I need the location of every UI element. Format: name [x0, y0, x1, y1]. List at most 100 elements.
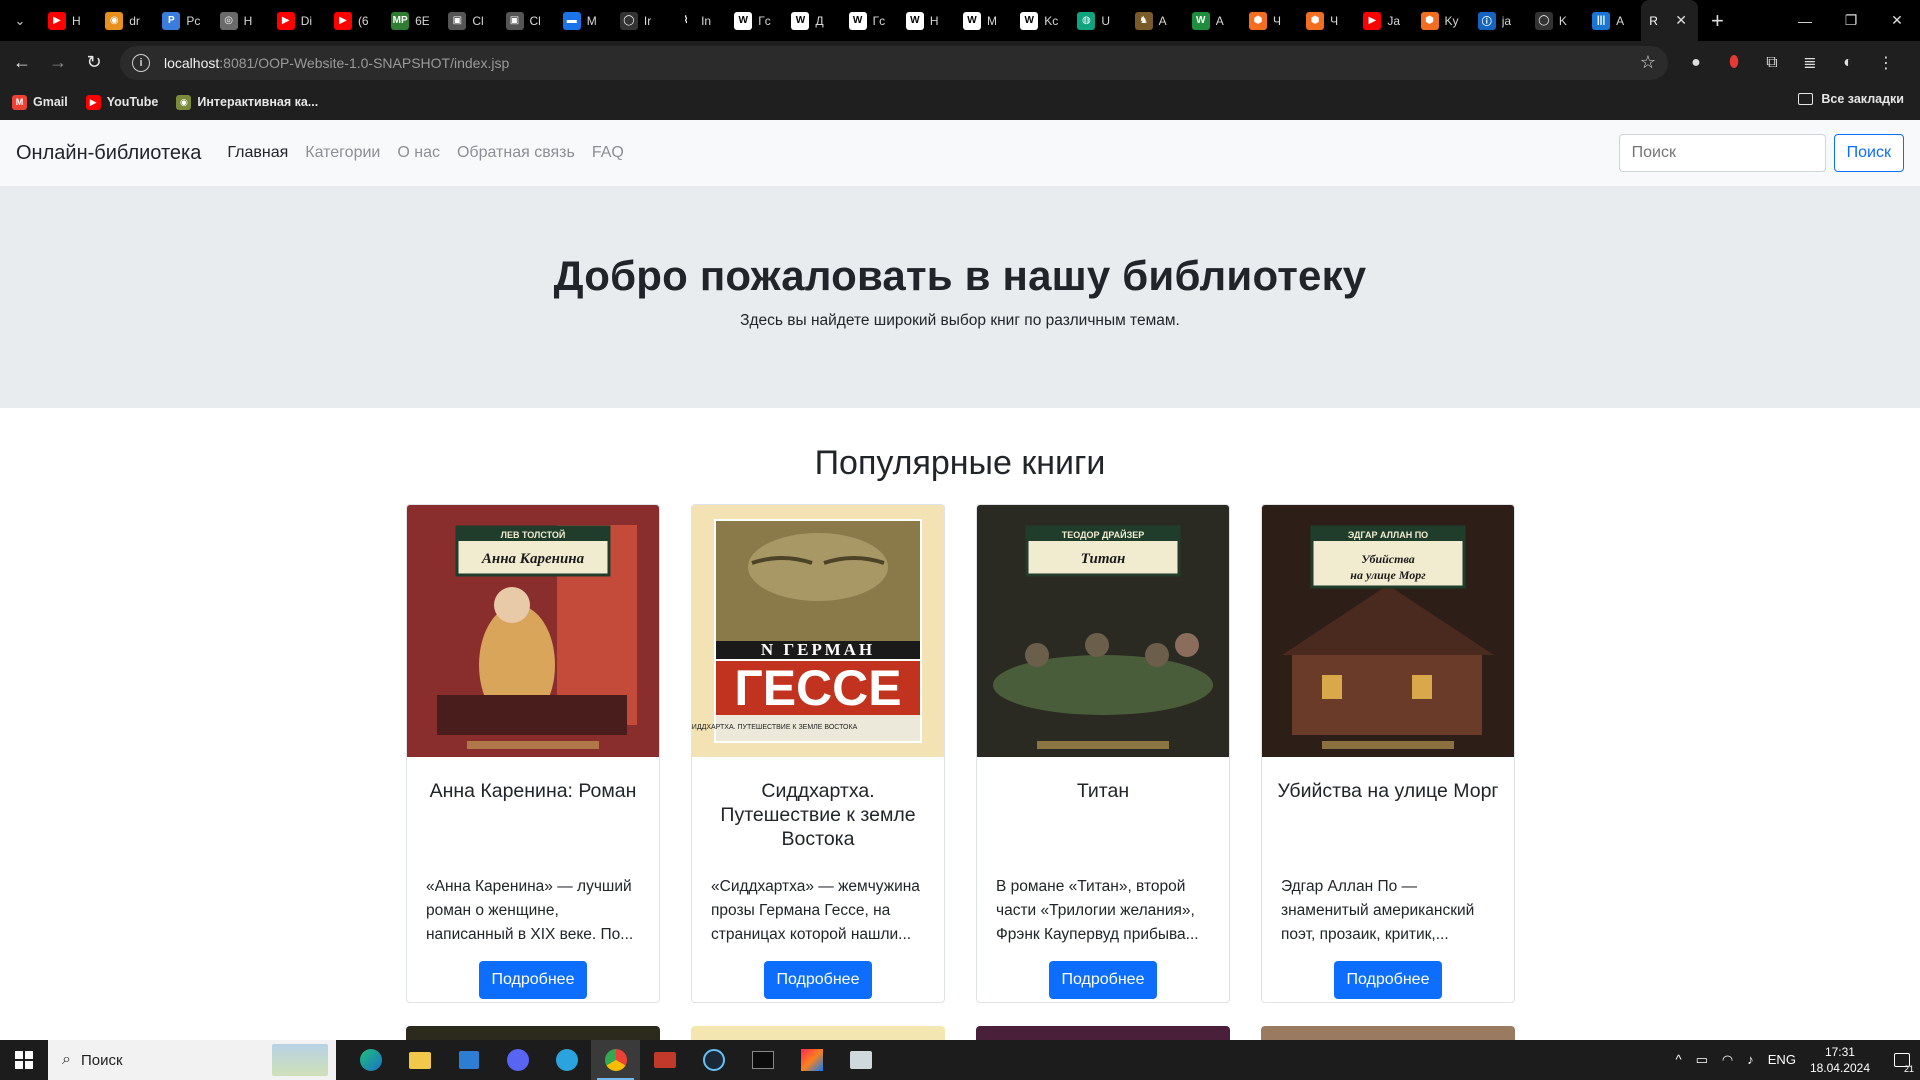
vpn-extension-icon[interactable]: ● [1686, 53, 1706, 73]
chrome-icon[interactable] [591, 1040, 640, 1080]
store-icon[interactable] [444, 1040, 493, 1080]
search-button[interactable]: Поиск [1833, 134, 1904, 172]
search-input[interactable] [1618, 134, 1826, 172]
browser-tab[interactable]: ⬢ Ky [1413, 0, 1470, 41]
tab-close-icon[interactable]: ✕ [1675, 12, 1687, 29]
book-card-partial[interactable] [1261, 1026, 1515, 1040]
bookmark-item[interactable]: ◉ Интерактивная ка... [176, 94, 318, 110]
profile-avatar[interactable]: ◐ [1838, 53, 1858, 73]
clock[interactable]: 17:31 18.04.2024 [1810, 1044, 1870, 1076]
tray-chevron-icon[interactable]: ^ [1676, 1052, 1682, 1068]
browser-tab[interactable]: ▣ Cl [498, 0, 555, 41]
browser-tab[interactable]: ♞ A [1127, 0, 1184, 41]
svg-text:СИДДХАРТХА. ПУТЕШЕСТВИЕ К ЗЕМЛ: СИДДХАРТХА. ПУТЕШЕСТВИЕ К ЗЕМЛЕ ВОСТОКА [692, 724, 858, 731]
new-tab-button[interactable]: + [1698, 0, 1736, 41]
nav-link-about[interactable]: О нас [397, 144, 440, 162]
nav-link-home[interactable]: Главная [227, 144, 288, 162]
book-card-partial[interactable] [976, 1026, 1230, 1040]
browser-tab[interactable]: ⓘ ja [1470, 0, 1527, 41]
browser-tab[interactable]: WД [783, 0, 840, 41]
browser-tab[interactable]: W Гс [841, 0, 898, 41]
bookmark-label: YouTube [106, 95, 159, 109]
browser-tab[interactable]: ◯ Ir [612, 0, 669, 41]
book-cover[interactable]: ТЕОДОР ДРАЙЗЕР Титан [977, 505, 1229, 757]
battery-icon[interactable]: ▭ [1696, 1052, 1708, 1068]
book-details-button[interactable]: Подробнее [1333, 961, 1443, 999]
language-indicator[interactable]: ENG [1768, 1052, 1796, 1068]
browser-tab[interactable]: ▬ M [555, 0, 612, 41]
steam-icon[interactable] [689, 1040, 738, 1080]
tab-title: M [987, 13, 997, 28]
tab-title: M [586, 13, 597, 28]
browser-tab[interactable]: ▣ Cl [440, 0, 497, 41]
remote-desktop-icon[interactable] [836, 1040, 885, 1080]
bookmark-item[interactable]: M Gmail [12, 94, 68, 110]
book-details-button[interactable]: Подробнее [1048, 961, 1158, 999]
browser-tab[interactable]: R ✕ [1641, 0, 1699, 41]
reload-icon[interactable]: ↻ [76, 45, 112, 81]
browser-tab[interactable]: ◍ U [1069, 0, 1126, 41]
site-info-icon[interactable]: i [132, 54, 150, 72]
telegram-icon[interactable] [542, 1040, 591, 1080]
tab-favicon-icon: W [848, 11, 867, 30]
terminal-icon[interactable] [738, 1040, 787, 1080]
browser-tab[interactable]: WM [955, 0, 1012, 41]
bookmark-item[interactable]: ▶ YouTube [85, 94, 159, 110]
close-window-icon[interactable]: ✕ [1874, 0, 1920, 41]
minimize-icon[interactable]: — [1782, 0, 1828, 41]
nav-link-faq[interactable]: FAQ [592, 144, 624, 162]
browser-tab[interactable]: ◎ H [212, 0, 269, 41]
start-button[interactable] [0, 1040, 48, 1080]
browser-menu-icon[interactable]: ⋮ [1876, 53, 1896, 73]
browser-tab[interactable]: W Гс [726, 0, 783, 41]
system-tray: ^ ▭ ◠ ♪ ENG 17:31 18.04.2024 21 [1676, 1040, 1920, 1080]
wifi-icon[interactable]: ◠ [1722, 1052, 1733, 1068]
tab-search-icon[interactable]: ⌄ [0, 0, 40, 41]
taskbar-search[interactable]: ⌕ Поиск [48, 1040, 336, 1080]
browser-tab[interactable]: W Kc [1012, 0, 1069, 41]
extensions-puzzle-icon[interactable]: ⧉ [1762, 53, 1782, 73]
browser-tab[interactable]: ▶ (6 [326, 0, 383, 41]
browser-tab[interactable]: ◉ dr [97, 0, 154, 41]
browser-tab[interactable]: ⬢ Ч [1241, 0, 1298, 41]
svg-text:ТЕОДОР ДРАЙЗЕР: ТЕОДОР ДРАЙЗЕР [1062, 529, 1145, 540]
book-cover[interactable]: ЛЕВ ТОЛСТОЙ Анна Каренина [407, 505, 659, 757]
tab-title: Di [300, 13, 313, 28]
address-bar[interactable]: i localhost:8081/OOP-Website-1.0-SNAPSHO… [120, 46, 1668, 80]
discord-icon[interactable] [493, 1040, 542, 1080]
browser-tab[interactable]: ▶ Ja [1355, 0, 1412, 41]
book-card-partial[interactable] [691, 1026, 945, 1040]
browser-tab[interactable]: ||| A [1584, 0, 1641, 41]
game-app-icon[interactable] [640, 1040, 689, 1080]
restore-icon[interactable]: ❐ [1828, 0, 1874, 41]
book-cover[interactable]: ЭДГАР АЛЛАН ПО Убийства на улице Морг [1262, 505, 1514, 757]
browser-tab[interactable]: P Pc [154, 0, 211, 41]
site-brand[interactable]: Онлайн-библиотека [16, 142, 201, 165]
book-details-button[interactable]: Подробнее [763, 961, 873, 999]
book-cover[interactable]: N ГЕРМАН ГЕССЕ СИДДХАРТХА. ПУТЕШЕСТВИЕ К… [692, 505, 944, 757]
bookmark-star-icon[interactable]: ☆ [1640, 52, 1656, 73]
notification-center-icon[interactable]: 21 [1884, 1040, 1920, 1080]
forward-icon[interactable]: → [40, 45, 76, 81]
all-bookmarks-button[interactable]: Все закладки [1798, 92, 1904, 106]
browser-tab[interactable]: ⌇ In [669, 0, 726, 41]
book-card-partial[interactable] [406, 1026, 660, 1040]
file-explorer-icon[interactable] [395, 1040, 444, 1080]
browser-tab[interactable]: ◯ K [1527, 0, 1584, 41]
nav-link-feedback[interactable]: Обратная связь [457, 144, 575, 162]
browser-tab[interactable]: WH [898, 0, 955, 41]
nav-link-categories[interactable]: Категории [305, 144, 380, 162]
svg-text:N ГЕРМАН: N ГЕРМАН [761, 640, 875, 659]
intellij-icon[interactable] [787, 1040, 836, 1080]
volume-icon[interactable]: ♪ [1747, 1052, 1754, 1068]
adblock-extension-icon[interactable]: ⬮ [1724, 53, 1744, 73]
browser-tab[interactable]: WA [1184, 0, 1241, 41]
back-icon[interactable]: ← [4, 45, 40, 81]
browser-tab[interactable]: ▶ Di [269, 0, 326, 41]
edge-icon[interactable] [346, 1040, 395, 1080]
book-details-button[interactable]: Подробнее [478, 961, 588, 999]
media-control-icon[interactable]: ≣ [1800, 53, 1820, 73]
browser-tab[interactable]: ▶ H [40, 0, 97, 41]
browser-tab[interactable]: ⬢ Ч [1298, 0, 1355, 41]
browser-tab[interactable]: MP 6E [383, 0, 440, 41]
